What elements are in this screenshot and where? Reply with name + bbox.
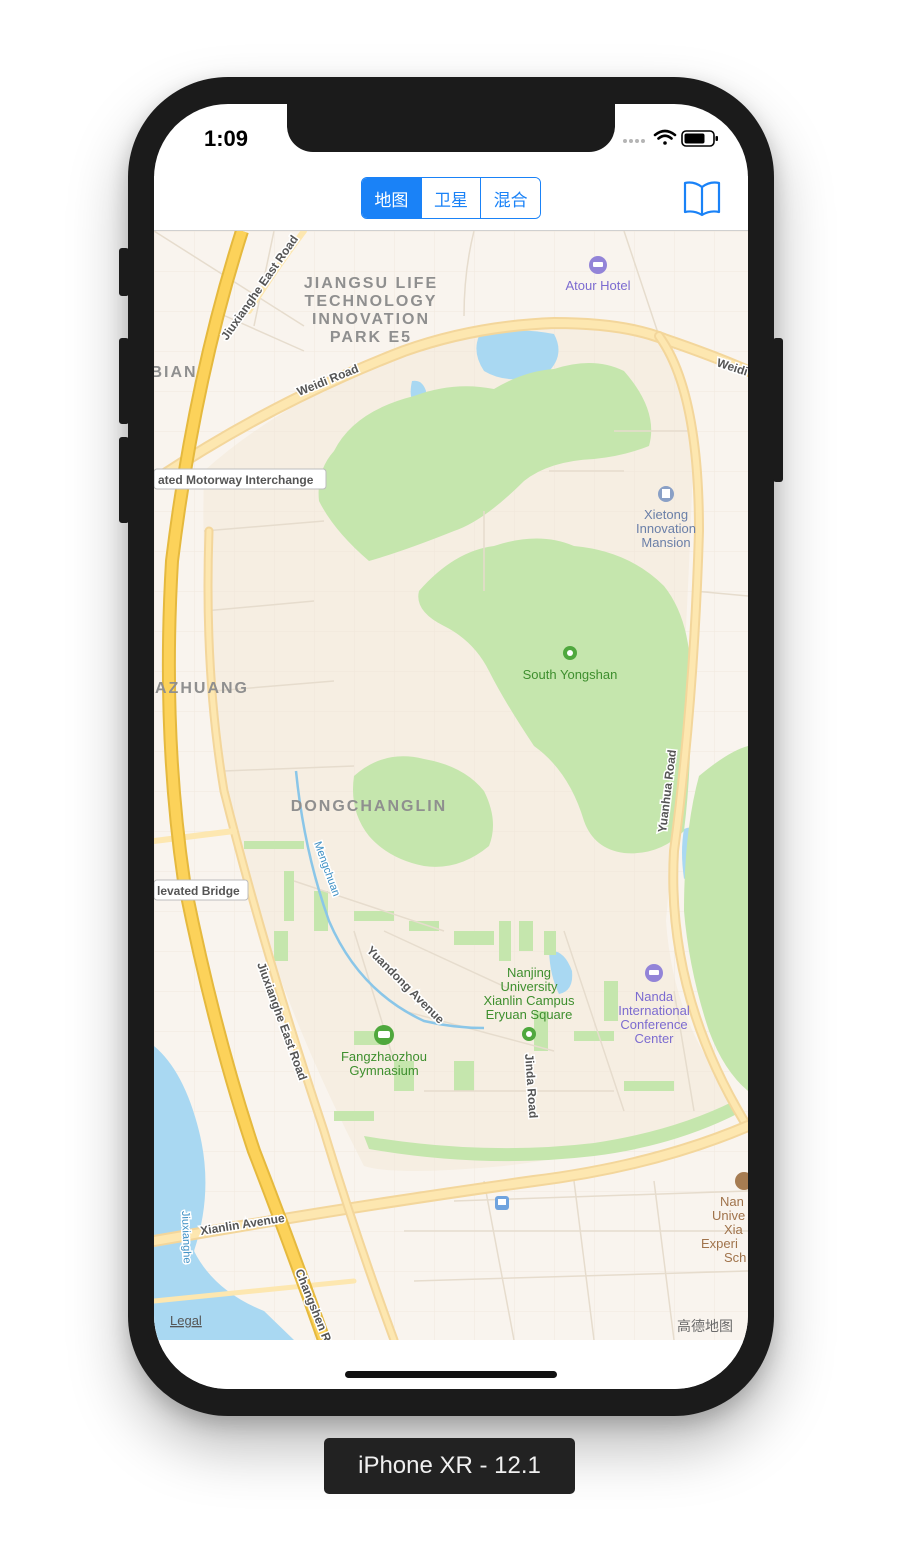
poi-label-fangzhaozhou-2: Gymnasium bbox=[349, 1063, 418, 1078]
callout-motorway-interchange: ated Motorway Interchange bbox=[154, 468, 327, 490]
poi-label-school-3: Xia bbox=[724, 1222, 744, 1237]
power-button bbox=[773, 338, 783, 482]
volume-down-button bbox=[119, 437, 129, 523]
mute-switch bbox=[119, 248, 129, 296]
poi-label-nanda-4: Center bbox=[634, 1031, 674, 1046]
water-label-jiuxianghe: Jiuxianghe bbox=[179, 1211, 193, 1264]
poi-label-atour: Atour Hotel bbox=[565, 278, 630, 293]
hotel-icon bbox=[649, 970, 659, 975]
callout-elevated-bridge: levated Bridge bbox=[154, 879, 249, 901]
bus-icon bbox=[498, 1199, 506, 1205]
district-label-dongchanglin: DONGCHANGLIN bbox=[291, 798, 447, 815]
poi-label-nanda-1: Nanda bbox=[635, 989, 674, 1004]
segment-hybrid[interactable]: 混合 bbox=[480, 178, 540, 218]
book-icon bbox=[683, 181, 721, 217]
device-label: iPhone XR - 12.1 bbox=[324, 1438, 575, 1494]
poi-label-xietong-3: Mansion bbox=[641, 535, 690, 550]
poi-label-nju-3: Xianlin Campus bbox=[483, 993, 575, 1008]
battery-icon bbox=[681, 130, 718, 147]
navigation-bar: 地图 卫星 混合 bbox=[154, 176, 748, 231]
poi-label-xietong-2: Innovation bbox=[636, 521, 696, 536]
wifi-icon bbox=[653, 129, 677, 145]
poi-label-school-4: Experi bbox=[701, 1236, 738, 1251]
poi-label-xietong-1: Xietong bbox=[644, 507, 688, 522]
bed-icon bbox=[593, 262, 603, 267]
poi-bus-stop[interactable] bbox=[495, 1196, 509, 1210]
cellular-signal-icon bbox=[623, 139, 645, 143]
poi-label-nju-2: University bbox=[500, 979, 558, 994]
building-icon bbox=[662, 489, 670, 498]
home-indicator[interactable] bbox=[345, 1371, 557, 1378]
district-label-azhuang: AZHUANG bbox=[155, 680, 249, 697]
district-label-jiangsu-4: PARK E5 bbox=[330, 329, 412, 346]
gym-icon bbox=[378, 1031, 390, 1038]
poi-label-nju-4: Eryuan Square bbox=[486, 1007, 573, 1022]
poi-label-fangzhaozhou-1: Fangzhaozhou bbox=[341, 1049, 427, 1064]
legal-link[interactable]: Legal bbox=[170, 1313, 202, 1328]
status-time: 1:09 bbox=[204, 126, 249, 151]
poi-label-nanda-3: Conference bbox=[620, 1017, 687, 1032]
home-area bbox=[154, 1340, 748, 1389]
district-label-jiangsu-2: TECHNOLOGY bbox=[305, 293, 438, 310]
district-label-jiangsu-1: JIANGSU LIFE bbox=[304, 275, 438, 292]
poi-label-nju-1: Nanjing bbox=[507, 965, 551, 980]
screen: 1:09 地图 卫星 混合 JIANGSU LIFE TECHNOLOGY IN… bbox=[154, 104, 748, 1389]
map-type-segmented-control[interactable]: 地图 卫星 混合 bbox=[361, 177, 541, 219]
notch bbox=[287, 104, 615, 152]
segment-map[interactable]: 地图 bbox=[362, 178, 421, 218]
map-view[interactable]: JIANGSU LIFE TECHNOLOGY INNOVATION PARK … bbox=[154, 231, 748, 1340]
poi-label-nanda-2: International bbox=[618, 1003, 690, 1018]
segment-satellite[interactable]: 卫星 bbox=[420, 178, 481, 218]
landmark-icon bbox=[526, 1031, 532, 1037]
district-label-jiangsu-3: INNOVATION bbox=[312, 311, 430, 328]
poi-label-south-yongshan: South Yongshan bbox=[523, 667, 618, 682]
volume-up-button bbox=[119, 338, 129, 424]
poi-label-school-5: Sch bbox=[724, 1250, 746, 1265]
status-icons bbox=[622, 128, 722, 148]
callout-motorway-text: ated Motorway Interchange bbox=[158, 473, 314, 487]
bookmarks-button[interactable] bbox=[682, 179, 722, 217]
map-canvas[interactable]: JIANGSU LIFE TECHNOLOGY INNOVATION PARK … bbox=[154, 231, 748, 1340]
district-label-bian: BIAN bbox=[154, 364, 198, 381]
peak-icon bbox=[567, 650, 573, 656]
poi-label-school-2: Unive bbox=[712, 1208, 745, 1223]
attribution-text: 高德地图 bbox=[677, 1318, 733, 1335]
poi-label-school-1: Nan bbox=[720, 1194, 744, 1209]
callout-bridge-text: levated Bridge bbox=[157, 884, 240, 898]
